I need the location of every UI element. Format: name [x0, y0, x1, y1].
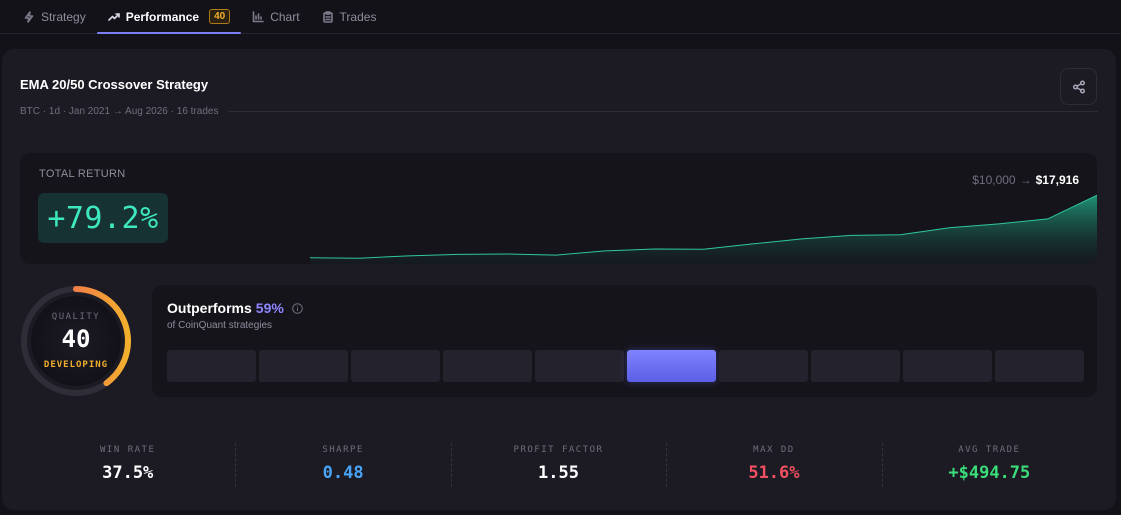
- decile: [167, 350, 256, 382]
- decile: [719, 350, 808, 382]
- info-icon[interactable]: [292, 302, 303, 314]
- quality-badge: 40: [209, 9, 231, 24]
- decile: [995, 350, 1084, 382]
- bolt-icon: [24, 10, 34, 23]
- outperforms-label: Outperforms: [167, 300, 252, 316]
- decile-active: [627, 350, 716, 382]
- clipboard-icon: [322, 10, 333, 23]
- tab-label: Strategy: [41, 9, 86, 24]
- tab-label: Performance: [125, 9, 200, 24]
- quality-score-ring: QUALITY 40 DEVELOPING: [20, 285, 132, 397]
- share-button[interactable]: [1060, 68, 1097, 105]
- total-return-label: TOTAL RETURN: [39, 168, 126, 180]
- stat-sharpe: SHARPE 0.48: [235, 441, 450, 491]
- stat-avg-trade: AVG TRADE +$494.75: [881, 441, 1097, 491]
- equity-curve-area: [310, 195, 1097, 264]
- outperforms-heading: Outperforms 59%: [167, 300, 303, 316]
- bar-chart-icon: [252, 10, 265, 22]
- outperforms-percent: 59%: [255, 300, 284, 316]
- tab-label: Chart: [270, 9, 300, 24]
- total-return-panel: TOTAL RETURN +79.2% $10,000 → $17,916: [20, 153, 1097, 264]
- divider: [228, 111, 1098, 112]
- start-capital: $10,000: [972, 173, 1016, 187]
- tab-chart[interactable]: Chart: [241, 0, 310, 33]
- share-icon: [1072, 79, 1085, 94]
- decile: [903, 350, 992, 382]
- tab-bar: Strategy Performance 40 Chart Trades: [0, 0, 1121, 34]
- decile: [811, 350, 900, 382]
- total-return-value: +79.2%: [47, 200, 159, 236]
- decile: [535, 350, 624, 382]
- quality-caption: QUALITY: [51, 312, 101, 322]
- decile: [351, 350, 440, 382]
- quality-status: DEVELOPING: [43, 360, 109, 370]
- stat-value: 37.5%: [102, 463, 154, 483]
- stat-label: WIN RATE: [100, 445, 156, 455]
- stat-value: 0.48: [322, 463, 364, 483]
- outperforms-panel: Outperforms 59% of CoinQuant strategies: [152, 285, 1097, 397]
- tab-strategy[interactable]: Strategy: [12, 0, 97, 33]
- decile: [443, 350, 532, 382]
- stat-label: SHARPE: [322, 445, 364, 455]
- stat-value: 1.55: [538, 463, 579, 483]
- equity-curve-chart: [309, 194, 1097, 264]
- strategy-title: EMA 20/50 Crossover Strategy: [20, 77, 209, 92]
- stat-label: AVG TRADE: [958, 445, 1021, 455]
- trending-up-icon: [107, 12, 120, 21]
- percentile-deciles: [167, 350, 1084, 382]
- stat-value: +$494.75: [948, 463, 1031, 483]
- stat-label: MAX DD: [753, 445, 795, 455]
- arrow-icon: →: [1019, 173, 1032, 187]
- strategy-meta-row: BTC · 1d · Jan 2021 → Aug 2026 · 16 trad…: [20, 106, 1098, 117]
- stat-win-rate: WIN RATE 37.5%: [20, 441, 235, 491]
- stats-row: WIN RATE 37.5% SHARPE 0.48 PROFIT FACTOR…: [20, 441, 1097, 491]
- outperforms-subtitle: of CoinQuant strategies: [167, 320, 273, 331]
- stat-value: 51.6%: [748, 463, 800, 483]
- total-return-value-box: +79.2%: [38, 193, 168, 243]
- stat-label: PROFIT FACTOR: [513, 445, 604, 455]
- stat-max-drawdown: MAX DD 51.6%: [666, 441, 881, 491]
- tab-label: Trades: [339, 9, 377, 24]
- quality-score: 40: [61, 325, 91, 353]
- stat-profit-factor: PROFIT FACTOR 1.55: [450, 441, 666, 491]
- tab-performance[interactable]: Performance 40: [96, 0, 242, 34]
- strategy-subtitle: BTC · 1d · Jan 2021 → Aug 2026 · 16 trad…: [20, 106, 219, 117]
- tab-trades[interactable]: Trades: [311, 0, 388, 33]
- decile: [259, 350, 348, 382]
- performance-card: EMA 20/50 Crossover Strategy BTC · 1d · …: [2, 49, 1116, 510]
- capital-summary: $10,000 → $17,916: [972, 173, 1079, 187]
- end-capital: $17,916: [1035, 173, 1079, 187]
